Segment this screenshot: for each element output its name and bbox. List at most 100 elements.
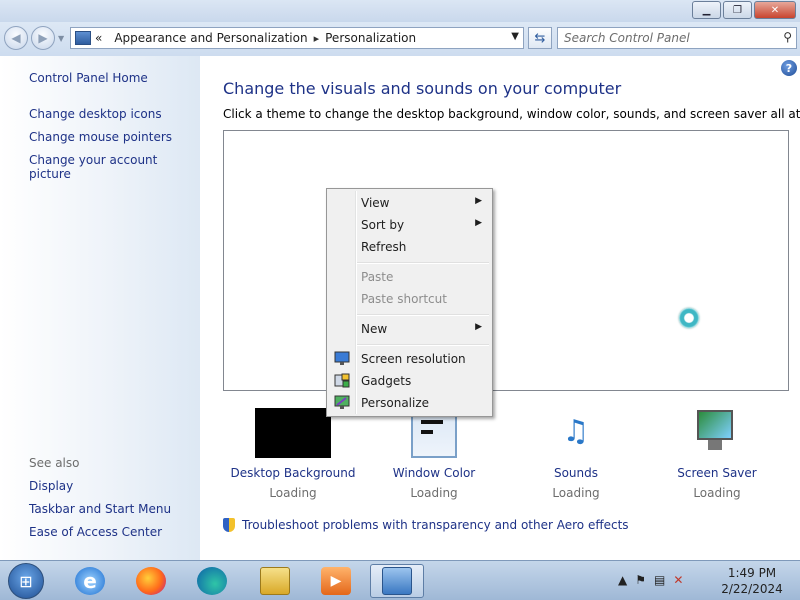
- taskbar-internet-explorer[interactable]: e: [63, 564, 117, 598]
- sidebar-link-ease-of-access[interactable]: Ease of Access Center: [29, 525, 162, 539]
- sidebar-link-mouse-pointers[interactable]: Change mouse pointers: [29, 130, 172, 144]
- menu-item-refresh[interactable]: Refresh: [329, 236, 490, 258]
- submenu-arrow-icon: ▶: [475, 196, 482, 206]
- start-button[interactable]: ⊞: [8, 563, 44, 599]
- troubleshoot-link[interactable]: Troubleshoot problems with transparency …: [223, 518, 629, 532]
- menu-item-screen-resolution[interactable]: Screen resolution: [329, 348, 490, 370]
- taskbar-control-panel[interactable]: [370, 564, 424, 598]
- menu-separator: [357, 314, 489, 316]
- taskbar-file-explorer[interactable]: [248, 564, 302, 598]
- menu-item-view[interactable]: View ▶: [329, 192, 490, 214]
- help-icon[interactable]: ?: [781, 60, 797, 76]
- submenu-arrow-icon: ▶: [475, 218, 482, 228]
- window-color-link[interactable]: Window Color: [364, 466, 504, 480]
- taskbar: ⊞ e ▶ ▲ ⚑ ▤ ✕ 1:49 PM 2/22/2024: [0, 560, 800, 600]
- address-bar[interactable]: « Appearance and Personalization ▸ Perso…: [70, 27, 524, 49]
- clock[interactable]: 1:49 PM 2/22/2024: [712, 565, 792, 597]
- sidebar-link-taskbar[interactable]: Taskbar and Start Menu: [29, 502, 171, 516]
- firefox-icon: [136, 567, 166, 595]
- close-button[interactable]: ✕: [754, 1, 796, 19]
- window-color-status: Loading: [410, 486, 458, 500]
- navigation-bar: ◀ ▶ ▼ « Appearance and Personalization ▸…: [0, 22, 800, 56]
- windows-logo-icon: ⊞: [19, 571, 33, 591]
- sounds-tile[interactable]: ♫ Sounds Loading: [506, 408, 646, 500]
- volume-muted-icon[interactable]: ✕: [673, 573, 683, 587]
- breadcrumb-appearance[interactable]: Appearance and Personalization: [114, 31, 307, 45]
- maximize-button[interactable]: ❐: [723, 1, 752, 19]
- window-color-icon-bar: [421, 430, 433, 434]
- busy-cursor-icon: [679, 308, 699, 328]
- shield-icon: [223, 518, 235, 532]
- desktop-background-tile[interactable]: Desktop Background Loading: [223, 408, 363, 500]
- settings-tiles: Desktop Background Loading Window Color …: [200, 408, 800, 508]
- refresh-icon: ⇆: [534, 30, 546, 46]
- breadcrumb-personalization[interactable]: Personalization: [325, 31, 416, 45]
- clock-time: 1:49 PM: [727, 566, 777, 580]
- internet-explorer-icon: e: [75, 567, 105, 595]
- menu-item-label: Paste shortcut: [361, 292, 447, 306]
- gadgets-icon: [334, 373, 350, 388]
- menu-item-personalize[interactable]: Personalize: [329, 392, 490, 414]
- personalize-icon: [334, 395, 350, 410]
- menu-item-new[interactable]: New ▶: [329, 318, 490, 340]
- network-icon[interactable]: ▤: [654, 573, 665, 587]
- desktop-background-link[interactable]: Desktop Background: [223, 466, 363, 480]
- window-color-tile[interactable]: Window Color Loading: [364, 408, 504, 500]
- screen-saver-link[interactable]: Screen Saver: [647, 466, 787, 480]
- menu-item-label: Paste: [361, 270, 394, 284]
- taskbar-edge[interactable]: [185, 564, 239, 598]
- see-also-heading: See also: [29, 456, 80, 470]
- minimize-button[interactable]: ▁: [692, 1, 721, 19]
- search-box[interactable]: ⚲: [557, 27, 797, 49]
- breadcrumb-overflow[interactable]: «: [95, 31, 102, 45]
- context-menu: View ▶ Sort by ▶ Refresh Paste Paste sho…: [326, 188, 493, 417]
- menu-item-label: Screen resolution: [361, 352, 466, 366]
- menu-item-label: View: [361, 196, 390, 210]
- sidebar-link-display[interactable]: Display: [29, 479, 73, 493]
- menu-item-sort-by[interactable]: Sort by ▶: [329, 214, 490, 236]
- sidebar-link-desktop-icons[interactable]: Change desktop icons: [29, 107, 162, 121]
- screen-saver-monitor: [697, 410, 733, 440]
- back-button[interactable]: ◀: [4, 26, 28, 50]
- media-player-icon: ▶: [321, 567, 351, 595]
- menu-item-paste[interactable]: Paste: [329, 266, 490, 288]
- theme-list[interactable]: [223, 130, 789, 391]
- main-content: ? Change the visuals and sounds on your …: [200, 56, 800, 560]
- taskbar-firefox[interactable]: [124, 564, 178, 598]
- search-input[interactable]: [564, 29, 774, 47]
- menu-separator: [357, 344, 489, 346]
- forward-arrow-icon: ▶: [38, 31, 48, 45]
- page-subtitle: Click a theme to change the desktop back…: [223, 107, 800, 121]
- screen-saver-stand: [708, 440, 722, 450]
- forward-button[interactable]: ▶: [31, 26, 55, 50]
- sidebar-link-account-picture[interactable]: Change your account picture: [29, 153, 200, 181]
- desktop-background-thumbnail[interactable]: [255, 408, 331, 458]
- menu-item-label: Personalize: [361, 396, 430, 410]
- breadcrumb-separator-icon[interactable]: ▸: [314, 32, 320, 45]
- recent-pages-dropdown-icon[interactable]: ▼: [58, 34, 64, 43]
- screen-saver-icon[interactable]: [692, 408, 742, 458]
- refresh-button[interactable]: ⇆: [528, 27, 552, 49]
- action-center-flag-icon[interactable]: ⚑: [635, 573, 646, 587]
- menu-item-label: Refresh: [361, 240, 407, 254]
- screen-saver-tile[interactable]: Screen Saver Loading: [647, 408, 787, 500]
- sounds-icon[interactable]: ♫: [552, 408, 600, 458]
- control-panel-taskbar-icon: [382, 567, 412, 595]
- window-controls: ▁ ❐ ✕: [692, 1, 796, 19]
- submenu-arrow-icon: ▶: [475, 322, 482, 332]
- search-icon[interactable]: ⚲: [783, 30, 792, 44]
- menu-item-paste-shortcut[interactable]: Paste shortcut: [329, 288, 490, 310]
- menu-item-label: Gadgets: [361, 374, 412, 388]
- address-dropdown-icon[interactable]: ▼: [511, 31, 519, 42]
- troubleshoot-label[interactable]: Troubleshoot problems with transparency …: [242, 518, 629, 532]
- menu-item-label: New: [361, 322, 388, 336]
- menu-item-gadgets[interactable]: Gadgets: [329, 370, 490, 392]
- title-bar: ▁ ❐ ✕: [0, 0, 800, 22]
- sidebar-link-control-panel-home[interactable]: Control Panel Home: [29, 71, 148, 85]
- control-panel-icon: [75, 31, 91, 45]
- taskbar-media-player[interactable]: ▶: [309, 564, 363, 598]
- window-color-icon-bar: [421, 420, 443, 424]
- sounds-link[interactable]: Sounds: [506, 466, 646, 480]
- show-hidden-icons-icon[interactable]: ▲: [618, 573, 627, 587]
- back-arrow-icon: ◀: [11, 31, 21, 45]
